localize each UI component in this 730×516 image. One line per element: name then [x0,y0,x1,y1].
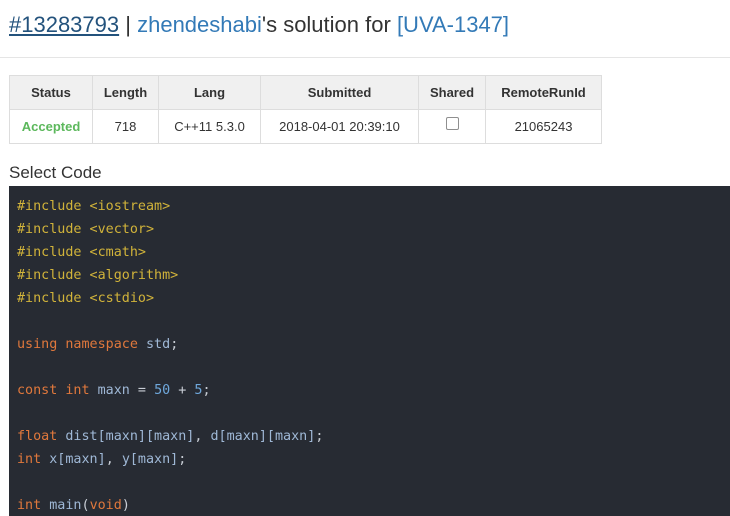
header-divider [0,57,730,58]
code-token: x[maxn] [49,452,106,467]
code-token: int [17,498,42,513]
code-token: float [17,429,58,444]
code-token: = [129,383,155,398]
shared-cell [418,109,486,144]
code-line: #include <iostream> [17,195,730,218]
table-row: Accepted 718 C++11 5.3.0 2018-04-01 20:3… [9,109,602,144]
code-token: ( [81,498,90,513]
code-token: std [146,337,171,352]
col-header-shared: Shared [418,75,486,110]
title-separator: | [125,12,131,37]
user-link[interactable]: zhendeshabi [137,12,262,37]
code-line: #include <cstdio> [17,287,730,310]
code-token: int [17,452,42,467]
code-line: int x[maxn], y[maxn]; [17,448,730,471]
run-id-link[interactable]: #13283793 [9,12,119,37]
code-token: const [17,383,58,398]
code-line: #include <algorithm> [17,264,730,287]
shared-checkbox[interactable] [445,117,459,131]
col-header-length: Length [92,75,159,110]
code-token: int [65,383,90,398]
col-header-lang: Lang [158,75,261,110]
title-suffix: 's solution for [261,12,391,37]
source-code: #include <iostream> #include <vector> #inc… [17,195,730,516]
code-token: , [105,452,122,467]
code-line: using namespace std; [17,333,730,356]
code-token: #include <cstdio> [17,291,155,306]
code-token: ; [178,452,187,467]
code-token: #include <cmath> [17,245,146,260]
submission-info-table: Status Length Lang Submitted Shared Remo… [9,75,602,144]
code-line: #include <vector> [17,218,730,241]
table-header-row: Status Length Lang Submitted Shared Remo… [9,75,602,110]
code-token: maxn [97,383,130,398]
code-token: y[maxn] [121,452,179,467]
page-title: #13283793 | zhendeshabi's solution for [… [9,10,730,40]
code-token: namespace [65,337,138,352]
code-line: int main(void) [17,494,730,516]
col-header-submitted: Submitted [260,75,419,110]
code-block[interactable]: #include <iostream> #include <vector> #inc… [9,186,730,516]
remote-run-id-cell: 21065243 [485,109,602,144]
code-line: float dist[maxn][maxn], d[maxn][maxn]; [17,425,730,448]
code-token: void [89,498,122,513]
submitted-cell: 2018-04-01 20:39:10 [260,109,419,144]
code-token: ; [315,429,324,444]
length-cell: 718 [92,109,159,144]
code-token: ; [202,383,211,398]
code-token: , [194,429,211,444]
code-token: main [49,498,82,513]
status-cell: Accepted [9,109,93,144]
code-token: 50 [154,383,171,398]
select-code-label[interactable]: Select Code [9,163,102,183]
code-token: + [170,383,195,398]
code-token: ; [170,337,179,352]
code-token: #include <iostream> [17,199,171,214]
code-line: const int maxn = 50 + 5; [17,379,730,402]
code-token: #include <algorithm> [17,268,179,283]
code-token: d[maxn][maxn] [210,429,316,444]
col-header-status: Status [9,75,93,110]
code-token: dist[maxn][maxn] [65,429,195,444]
code-line: #include <cmath> [17,241,730,264]
problem-link[interactable]: [UVA-1347] [397,12,509,37]
code-token: using [17,337,58,352]
col-header-remoterunid: RemoteRunId [485,75,602,110]
lang-cell: C++11 5.3.0 [158,109,261,144]
code-token: #include <vector> [17,222,155,237]
code-token: ) [121,498,130,513]
